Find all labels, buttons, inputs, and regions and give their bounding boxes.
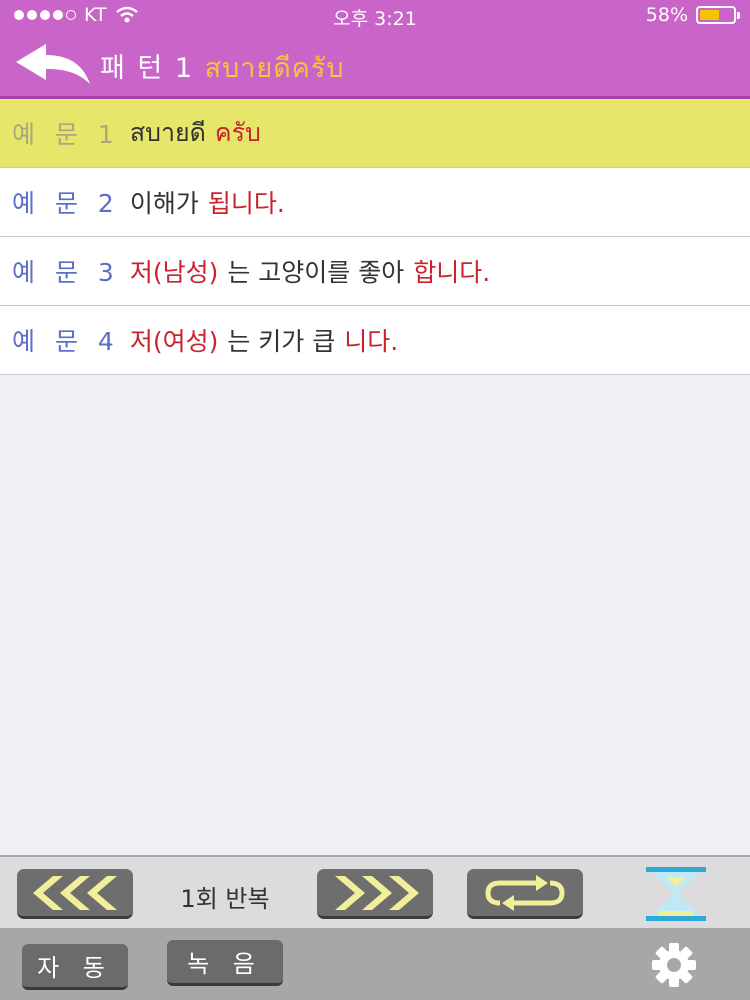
loop-button[interactable] xyxy=(467,869,583,919)
example-row[interactable]: 예 문 2 이해가 됩니다. xyxy=(0,168,750,237)
example-label: 예 문 1 xyxy=(12,120,120,149)
pattern-title: 패 턴 1 xyxy=(100,53,195,84)
record-button[interactable]: 녹 음 xyxy=(167,940,283,986)
example-text-segment: 이해가 xyxy=(129,189,199,218)
previous-button[interactable] xyxy=(17,869,133,919)
example-text-segment: สบายดี xyxy=(129,118,206,147)
example-row[interactable]: 예 문 1 สบายดี ครับ xyxy=(0,99,750,168)
battery-icon xyxy=(696,6,740,24)
example-list: 예 문 1 สบายดี ครับ 예 문 2 이해가 됩니다. 예 문 3 저(남성) 는 고… xyxy=(0,99,750,375)
gear-icon xyxy=(652,943,696,987)
example-row[interactable]: 예 문 4 저(여성) 는 키가 큽 니다. xyxy=(0,306,750,375)
battery-fill xyxy=(700,10,719,20)
example-text-segment: ครับ xyxy=(214,118,261,147)
auto-button[interactable]: 자 동 xyxy=(22,944,128,990)
repeat-icon xyxy=(485,874,565,911)
hourglass-icon xyxy=(646,867,706,921)
example-text-segment: 는 고양이를 좋아 xyxy=(227,258,405,287)
example-label: 예 문 4 xyxy=(12,327,120,356)
pattern-thai-title: สบายดีครับ xyxy=(204,53,345,84)
timer-button[interactable] xyxy=(644,867,708,921)
nav-bar: 패 턴 1 สบายดีครับ xyxy=(0,30,750,99)
back-arrow-icon xyxy=(16,44,90,84)
example-text-segment: 저(남성) xyxy=(129,258,219,287)
example-text-segment: 는 키가 큽 xyxy=(227,327,336,356)
example-text-segment: 니다. xyxy=(344,327,399,356)
page-title: 패 턴 1 สบายดีครับ xyxy=(100,46,344,89)
example-label: 예 문 3 xyxy=(12,258,120,287)
playback-toolbar: 1회 반복 xyxy=(0,855,750,930)
back-button[interactable] xyxy=(14,42,94,86)
example-row[interactable]: 예 문 3 저(남성) 는 고양이를 좋아 합니다. xyxy=(0,237,750,306)
example-text-segment: 됩니다. xyxy=(207,189,285,218)
example-text-segment: 합니다. xyxy=(413,258,491,287)
example-text-segment: 저(여성) xyxy=(129,327,219,356)
repeat-count-label: 1회 반복 xyxy=(180,885,270,913)
bottom-bar: 자 동 녹 음 xyxy=(0,928,750,1000)
battery-percent: 58% xyxy=(645,4,688,26)
status-time: 오후 3:21 xyxy=(333,8,417,30)
status-right: 58% xyxy=(645,4,740,26)
rewind-icon xyxy=(33,875,117,910)
next-button[interactable] xyxy=(317,869,433,919)
settings-button[interactable] xyxy=(644,940,704,990)
status-bar: KT 오후 3:21 58% xyxy=(0,0,750,30)
example-label: 예 문 2 xyxy=(12,189,120,218)
fast-forward-icon xyxy=(335,875,419,910)
